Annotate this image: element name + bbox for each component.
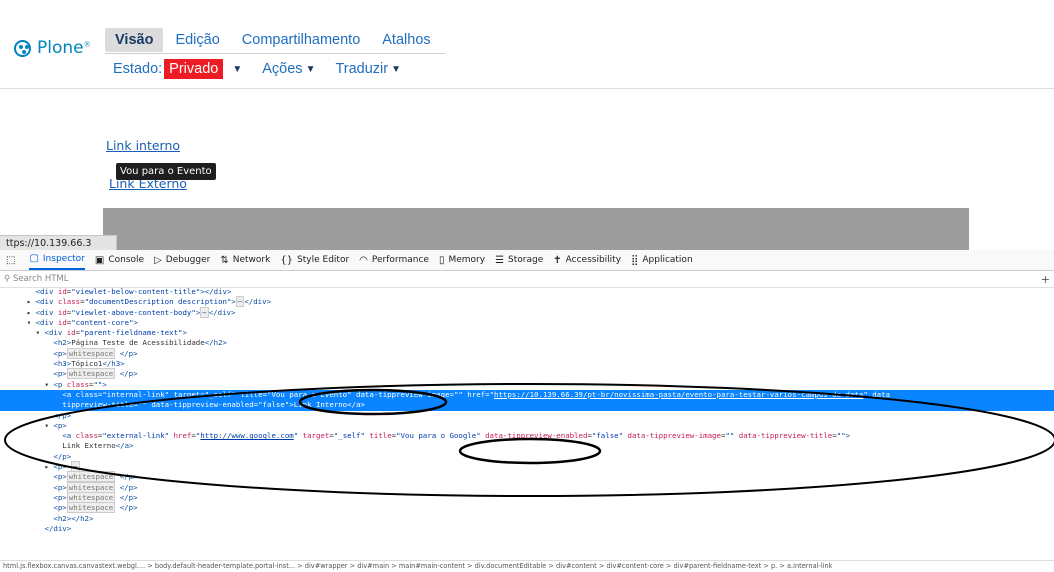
tree-node[interactable]: <a class="external-link" href="http://ww… — [0, 431, 1054, 441]
tabs-divider — [105, 53, 445, 54]
style-editor-icon: {} — [280, 254, 294, 266]
tree-node[interactable]: <p> whitespace </p> — [0, 491, 1054, 503]
tree-node[interactable]: <h2>Página Teste de Acessibilidade</h2> — [0, 338, 1054, 348]
element-picker-icon[interactable]: ⬚ — [6, 255, 15, 266]
tab-accessibility[interactable]: ✝ Accessibility — [553, 255, 621, 266]
tree-node[interactable]: ▸ <div class="documentDescription descri… — [0, 296, 1054, 308]
tab-storage[interactable]: ☰ Storage — [495, 255, 543, 266]
tree-node[interactable]: ▾ <div id="content-core"> — [0, 318, 1054, 328]
tree-node[interactable]: </div> — [0, 524, 1054, 534]
tab-visao[interactable]: Visão — [105, 28, 164, 52]
tab-application[interactable]: ⣿ Application — [631, 255, 693, 266]
state-dropdown-icon[interactable]: ▼ — [232, 64, 242, 75]
translate-dropdown-icon[interactable]: ▼ — [391, 64, 401, 75]
actions-menu[interactable]: Ações — [262, 61, 302, 77]
debugger-icon: ▷ — [154, 254, 162, 266]
devtools-breadcrumb[interactable]: html.js.flexbox.canvas.canvastext.webgl.… — [0, 560, 1054, 572]
application-icon: ⣿ — [631, 254, 639, 266]
plone-tabs: Visão Edição Compartilhamento Atalhos — [105, 28, 443, 52]
plone-toolbar: Plone® Visão Edição Compartilhamento Ata… — [0, 8, 1054, 89]
tree-node[interactable]: <h2></h2> — [0, 514, 1054, 524]
tree-node[interactable]: ▸ <div id="viewlet-above-content-body"> ⋯… — [0, 306, 1054, 318]
state-badge-privado[interactable]: Privado — [164, 59, 224, 79]
tree-node[interactable]: <p> whitespace </p> — [0, 368, 1054, 380]
tab-debugger[interactable]: ▷ Debugger — [154, 255, 210, 266]
console-icon: ▣ — [94, 254, 105, 266]
tree-node[interactable]: <a class="internal-link" target="_self" … — [0, 389, 1054, 401]
tab-edicao[interactable]: Edição — [165, 28, 229, 52]
tree-node[interactable]: <h3>Tópico1</h3> — [0, 359, 1054, 369]
tree-node[interactable]: <p> whitespace </p> — [0, 347, 1054, 359]
state-label: Estado: — [113, 61, 163, 77]
tree-node[interactable]: <div id="viewlet-below-content-title"></… — [0, 287, 1054, 297]
performance-icon: ◠ — [359, 254, 368, 266]
tree-node[interactable]: ▾ <div id="parent-fieldname-text"> — [0, 328, 1054, 338]
memory-icon: ▯ — [438, 254, 445, 266]
tab-compartilhamento[interactable]: Compartilhamento — [232, 28, 370, 52]
tree-node[interactable]: <p> whitespace </p> — [0, 502, 1054, 514]
add-node-icon[interactable]: + — [1041, 273, 1050, 286]
plone-actions-row: Estado: Privado ▼ Ações ▼ Traduzir ▼ — [113, 59, 421, 79]
tree-node[interactable]: ▾ <p class=""> — [0, 380, 1054, 390]
plone-logo-text: Plone® — [37, 38, 91, 58]
devtools-tabbar: ⬚ ▢ Inspector ▣ Console ▷ Debugger ⇅ Network… — [0, 250, 1054, 271]
search-html-input[interactable]: ⚲ Search HTML + — [0, 271, 1054, 288]
tree-node[interactable]: ▾ <p> — [0, 421, 1054, 431]
link-tooltip: Vou para o Evento — [116, 163, 216, 180]
search-icon: ⚲ — [4, 274, 11, 284]
tab-performance[interactable]: ◠ Performance — [359, 255, 429, 266]
network-icon: ⇅ — [220, 254, 229, 266]
tab-atalhos[interactable]: Atalhos — [372, 28, 440, 52]
storage-icon: ☰ — [495, 254, 505, 266]
tab-console[interactable]: ▣ Console — [95, 255, 144, 266]
tab-memory[interactable]: ▯ Memory — [439, 255, 485, 266]
tree-node[interactable]: tippreview-title="" data-tippreview-enab… — [0, 400, 1054, 411]
tree-node[interactable]: </p> — [0, 411, 1054, 421]
tree-node[interactable]: Link Externo</a> — [0, 441, 1054, 451]
plone-logo-icon — [14, 39, 31, 57]
tree-node[interactable]: ▸ <p> ⋯ — [0, 461, 1054, 473]
devtools-panel: ⬚ ▢ Inspector ▣ Console ▷ Debugger ⇅ Network… — [0, 250, 1054, 570]
tab-style-editor[interactable]: {} Style Editor — [280, 255, 349, 266]
gray-placeholder-block — [103, 208, 969, 250]
tree-node[interactable]: <p> whitespace </p> — [0, 481, 1054, 493]
tab-network[interactable]: ⇅ Network — [220, 255, 270, 266]
html-tree[interactable]: <div id="viewlet-below-content-title"></… — [0, 287, 1054, 534]
plone-logo[interactable]: Plone® — [14, 38, 91, 58]
tab-inspector[interactable]: ▢ Inspector — [29, 250, 85, 270]
translate-menu[interactable]: Traduzir — [335, 61, 388, 77]
link-internal[interactable]: Link interno — [106, 138, 180, 153]
tree-node[interactable]: </p> — [0, 452, 1054, 462]
inspector-icon: ▢ — [29, 253, 39, 264]
actions-dropdown-icon[interactable]: ▼ — [306, 64, 316, 75]
tree-node[interactable]: <p> whitespace </p> — [0, 471, 1054, 483]
accessibility-icon: ✝ — [553, 254, 562, 266]
